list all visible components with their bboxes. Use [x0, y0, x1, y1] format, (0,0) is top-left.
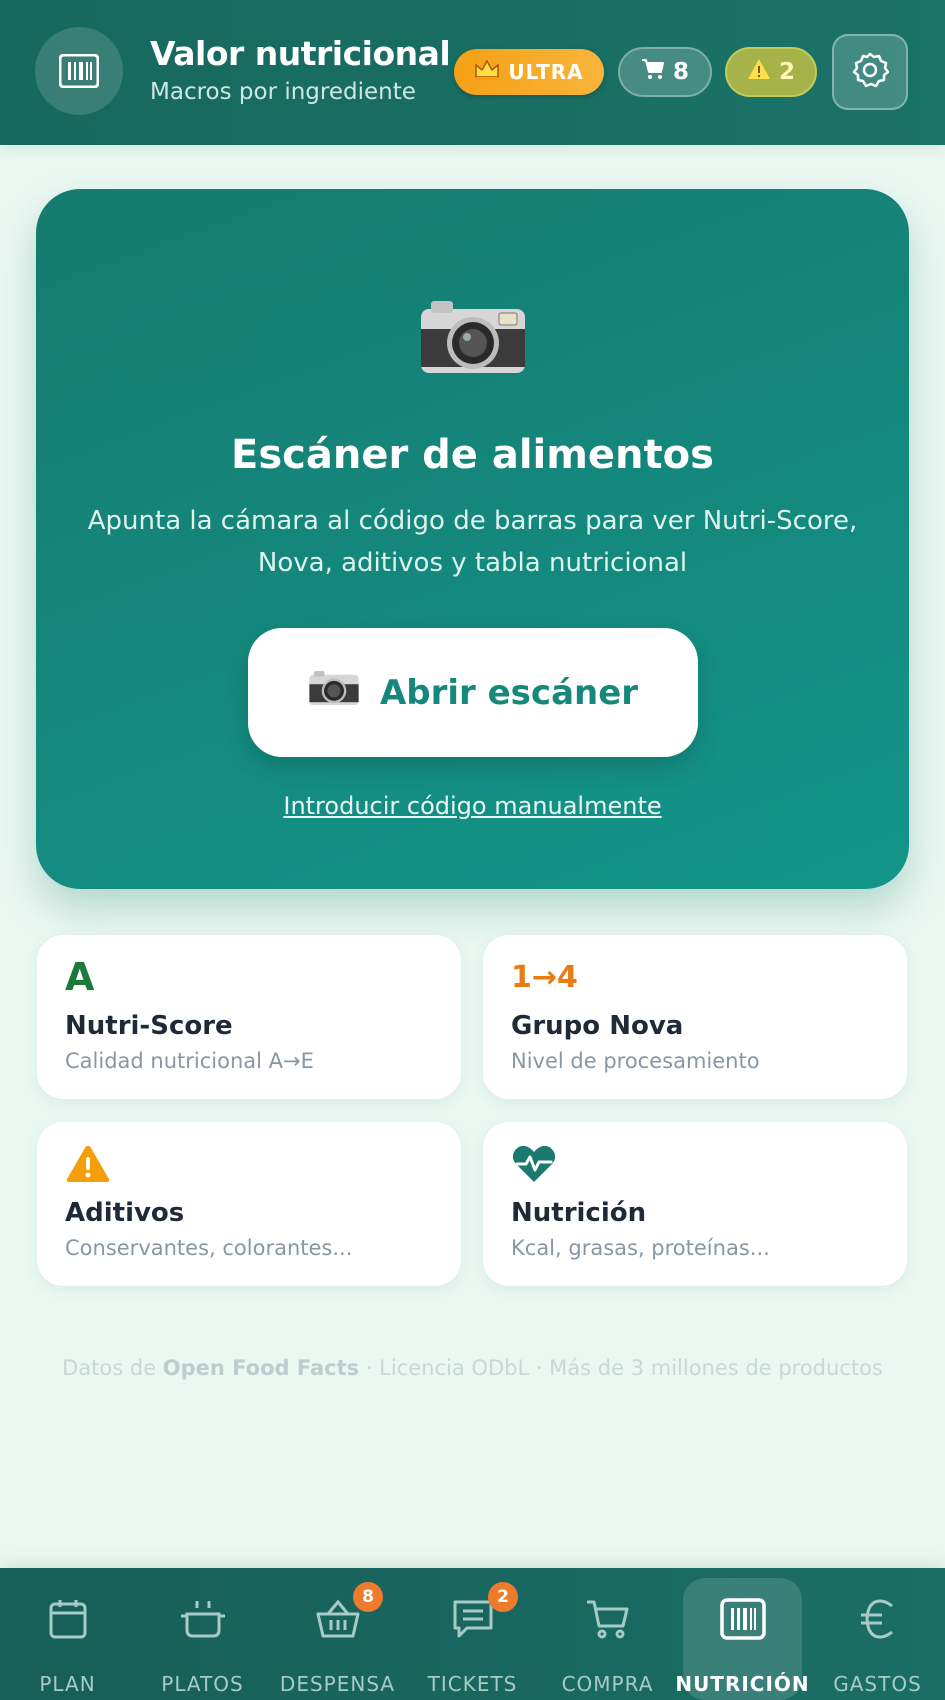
- nav-item-platos[interactable]: PLATOS: [135, 1568, 270, 1700]
- nav-label: NUTRICIÓN: [675, 1672, 810, 1696]
- feature-title: Grupo Nova: [511, 1011, 684, 1041]
- nav-label: PLAN: [39, 1672, 96, 1696]
- cart-icon: [540, 1598, 675, 1640]
- gear-icon: [851, 51, 890, 93]
- feature-title: Nutrición: [511, 1198, 647, 1228]
- nav-badge: 2: [488, 1582, 518, 1612]
- nav-item-plan[interactable]: PLAN: [0, 1568, 135, 1700]
- feature-card-nutriscore[interactable]: A Nutri-Score Calidad nutricional A→E: [37, 935, 461, 1099]
- receipt-icon: [405, 1598, 540, 1640]
- camera-icon: [36, 299, 909, 375]
- camera-icon: [308, 670, 360, 715]
- open-scanner-label: Abrir escáner: [379, 672, 639, 713]
- cart-icon: [641, 58, 665, 86]
- feature-card-nova[interactable]: 1→4 Grupo Nova Nivel de procesamiento: [483, 935, 907, 1099]
- warning-icon: [747, 58, 771, 86]
- barcode-scan-icon[interactable]: [35, 27, 123, 115]
- source-prefix: Datos de: [62, 1356, 163, 1380]
- pot-icon: [135, 1598, 270, 1640]
- page-title: Valor nutricional: [150, 34, 451, 73]
- feature-description: Calidad nutricional A→E: [65, 1049, 314, 1073]
- nav-label: TICKETS: [427, 1672, 518, 1696]
- cart-counter[interactable]: 8: [618, 47, 712, 97]
- source-link[interactable]: Open Food Facts: [163, 1356, 359, 1380]
- nav-label: COMPRA: [561, 1672, 654, 1696]
- manual-code-link[interactable]: Introducir código manualmente: [36, 792, 909, 820]
- feature-title: Aditivos: [65, 1198, 185, 1228]
- plan-badge[interactable]: ULTRA: [454, 49, 604, 95]
- crown-icon: [474, 58, 500, 86]
- cart-count: 8: [672, 59, 689, 85]
- nutriscore-symbol: A: [65, 955, 95, 999]
- nav-item-despensa[interactable]: 8 DESPENSA: [270, 1568, 405, 1700]
- calendar-icon: [0, 1598, 135, 1640]
- nav-label: GASTOS: [833, 1672, 922, 1696]
- nav-label: DESPENSA: [279, 1672, 396, 1696]
- open-scanner-button[interactable]: Abrir escáner: [248, 628, 698, 757]
- page-subtitle: Macros por ingrediente: [150, 79, 416, 105]
- basket-icon: [270, 1598, 405, 1640]
- nav-item-nutricion[interactable]: NUTRICIÓN: [675, 1568, 810, 1700]
- feature-card-nutrition[interactable]: Nutrición Kcal, grasas, proteínas...: [483, 1122, 907, 1286]
- euro-icon: [810, 1598, 945, 1640]
- app-header: Valor nutricional Macros por ingrediente…: [0, 0, 945, 145]
- feature-description: Kcal, grasas, proteínas...: [511, 1236, 770, 1260]
- nav-label: PLATOS: [161, 1672, 244, 1696]
- alerts-counter[interactable]: 2: [725, 47, 817, 97]
- data-source-note: Datos de Open Food Facts · Licencia ODbL…: [0, 1356, 945, 1380]
- nav-item-compra[interactable]: COMPRA: [540, 1568, 675, 1700]
- heart-pulse-icon: [511, 1144, 557, 1184]
- source-suffix: · Licencia ODbL · Más de 3 millones de p…: [359, 1356, 883, 1380]
- nav-item-gastos[interactable]: GASTOS: [810, 1568, 945, 1700]
- feature-card-additives[interactable]: Aditivos Conservantes, colorantes...: [37, 1122, 461, 1286]
- bottom-navigation: PLAN PLATOS 8 DESPENSA 2 TICKETS COMPRA …: [0, 1568, 945, 1700]
- barcode-scan-icon: [675, 1598, 810, 1640]
- settings-button[interactable]: [832, 34, 908, 110]
- warning-icon: [65, 1144, 111, 1184]
- scanner-title: Escáner de alimentos: [231, 432, 714, 478]
- feature-title: Nutri-Score: [65, 1011, 233, 1041]
- feature-description: Conservantes, colorantes...: [65, 1236, 353, 1260]
- feature-description: Nivel de procesamiento: [511, 1049, 760, 1073]
- scanner-description: Apunta la cámara al código de barras par…: [87, 506, 858, 578]
- plan-badge-label: ULTRA: [508, 60, 584, 84]
- nav-badge: 8: [353, 1582, 383, 1612]
- alert-count: 2: [778, 59, 795, 85]
- nova-symbol: 1→4: [511, 959, 578, 995]
- scanner-card: Escáner de alimentos Apunta la cámara al…: [36, 189, 909, 889]
- nav-item-tickets[interactable]: 2 TICKETS: [405, 1568, 540, 1700]
